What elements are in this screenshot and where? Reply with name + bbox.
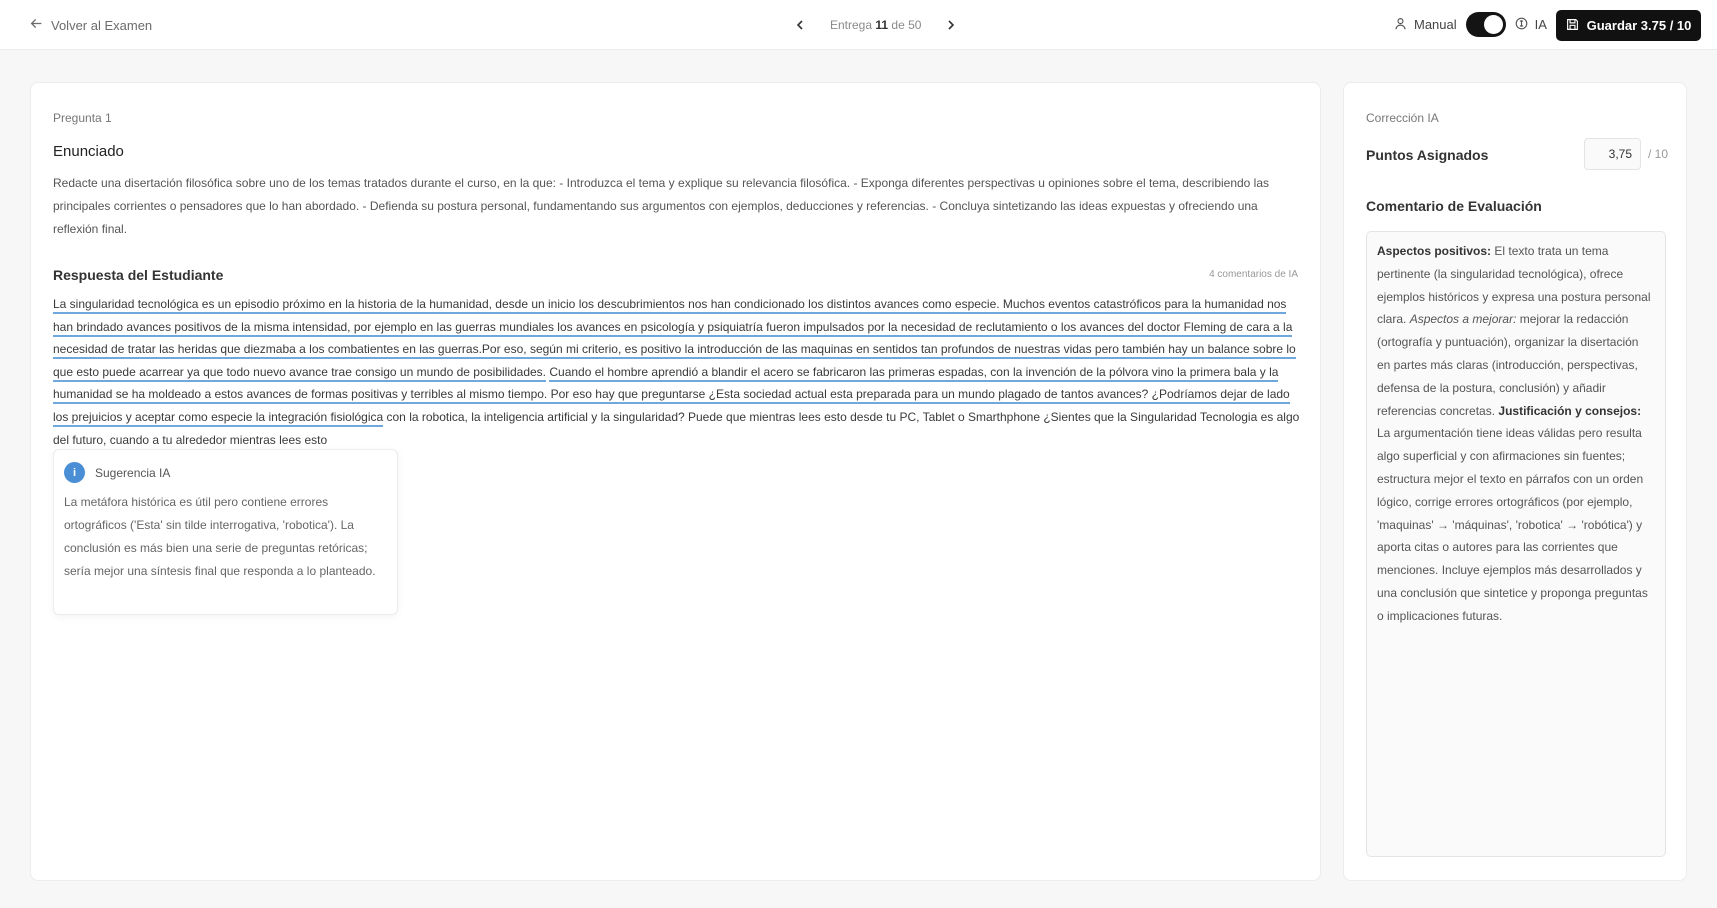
positives-title: Aspectos positivos: [1377, 244, 1492, 258]
points-max: / 10 [1648, 147, 1669, 161]
pager-current: 11 [875, 18, 889, 32]
prev-submission-button[interactable] [790, 15, 810, 35]
suggestion-title: Sugerencia IA [95, 465, 171, 480]
question-panel: Pregunta 1 Enunciado Redacte una diserta… [30, 82, 1321, 881]
points-input[interactable] [1584, 138, 1641, 170]
save-grade-button[interactable]: Guardar 3.75 / 10 [1556, 10, 1701, 41]
next-submission-button[interactable] [941, 15, 961, 35]
points-label: Puntos Asignados [1366, 147, 1489, 163]
statement-heading: Enunciado [53, 143, 124, 160]
grading-mode-switch: Manual IA [1394, 12, 1547, 37]
pager-middle: de [891, 18, 905, 32]
ai-suggestion-popup: i Sugerencia IA La metáfora histórica es… [53, 449, 398, 615]
correction-label: Corrección IA [1366, 111, 1439, 125]
back-label: Volver al Examen [51, 17, 153, 33]
question-label: Pregunta 1 [53, 111, 112, 125]
arrow-left-icon [30, 17, 43, 33]
ai-comments-count: 4 comentarios de IA [1209, 269, 1298, 280]
submission-counter: Entrega 11 de 50 [830, 18, 921, 32]
mode-ai-label: IA [1534, 17, 1547, 32]
evaluation-comment-box[interactable]: Aspectos positivos: El texto trata un te… [1366, 231, 1666, 857]
pager-prefix: Entrega [830, 18, 873, 32]
comment-label: Comentario de Evaluación [1366, 198, 1542, 214]
back-to-exam-link[interactable]: Volver al Examen [30, 17, 152, 33]
improvements-text: mejorar la redacción (ortografía y puntu… [1377, 312, 1639, 418]
answer-segment[interactable]: La singularidad tecnológica es un episod… [53, 297, 496, 314]
suggestion-text: La metáfora histórica es útil pero conti… [64, 495, 376, 578]
ai-icon [1515, 17, 1528, 33]
save-icon [1566, 18, 1579, 34]
pager-total: 50 [908, 18, 922, 32]
justification-text: La argumentación tiene ideas válidas per… [1377, 426, 1648, 623]
chevron-left-icon [796, 20, 803, 30]
top-bar: Volver al Examen Entrega 11 de 50 Manual… [0, 0, 1717, 50]
student-answer-heading: Respuesta del Estudiante [53, 267, 224, 283]
statement-text: Redacte una disertación filosófica sobre… [53, 176, 1270, 236]
mode-toggle[interactable] [1465, 12, 1506, 37]
info-icon: i [64, 462, 85, 483]
ai-correction-panel: Corrección IA Puntos Asignados / 10 Come… [1343, 82, 1687, 881]
justification-title: Justificación y consejos: [1498, 403, 1642, 418]
save-label: Guardar 3.75 / 10 [1586, 18, 1692, 33]
improvements-title: Aspectos a mejorar: [1409, 312, 1517, 327]
user-icon [1394, 17, 1407, 33]
chevron-right-icon [948, 20, 955, 30]
mode-manual-label: Manual [1414, 17, 1457, 32]
submission-pager: Entrega 11 de 50 [790, 15, 961, 35]
